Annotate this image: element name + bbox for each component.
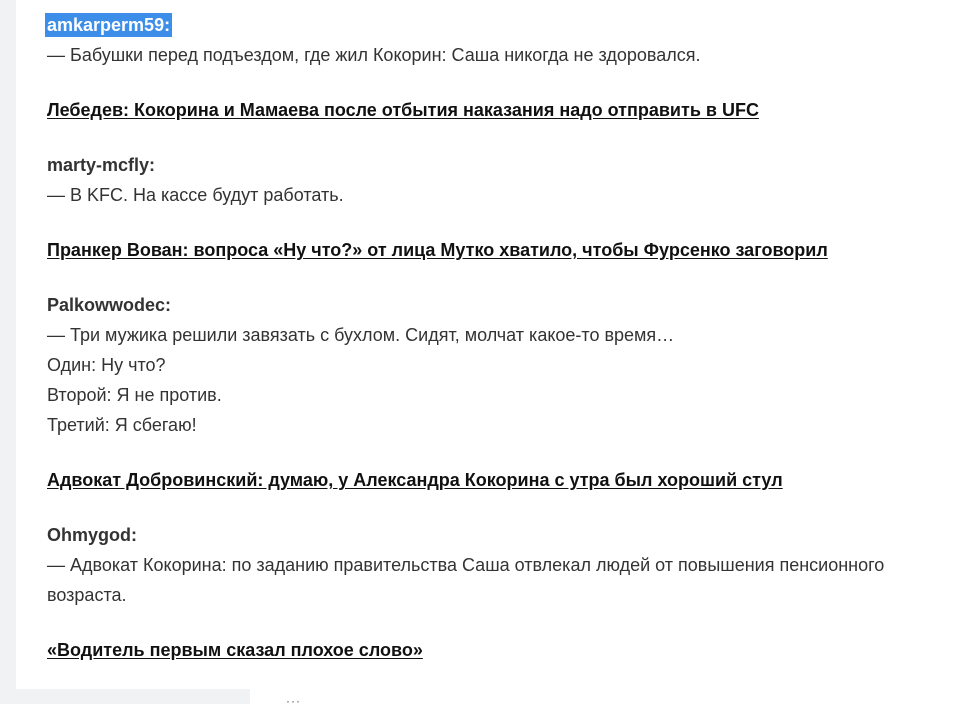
comment-text: Третий: Я сбегаю! xyxy=(47,415,197,435)
bottom-ellipsis-icon: ··· xyxy=(286,694,301,708)
article-page: amkarperm59: — Бабушки перед подъездом, … xyxy=(16,0,960,704)
related-article-link[interactable]: Адвокат Добровинский: думаю, у Александр… xyxy=(47,465,783,495)
related-article-link[interactable]: Лебедев: Кокорина и Мамаева после отбыти… xyxy=(47,95,759,125)
related-article-link[interactable]: «Водитель первым сказал плохое слово» xyxy=(47,635,423,665)
article-content: amkarperm59: — Бабушки перед подъездом, … xyxy=(45,10,947,690)
comment-author-selected[interactable]: amkarperm59: xyxy=(45,13,173,37)
comment-text: Один: Ну что? xyxy=(47,355,166,375)
comment-block: Ohmygod: — Адвокат Кокорина: по заданию … xyxy=(47,520,947,610)
comment-text: Второй: Я не против. xyxy=(47,385,222,405)
comment-text: возраста. xyxy=(47,585,127,605)
comment-author: Ohmygod: xyxy=(47,525,137,545)
comment-text: — Адвокат Кокорина: по заданию правитель… xyxy=(47,555,885,575)
comment-text: — Три мужика решили завязать с бухлом. С… xyxy=(47,325,675,345)
bottom-strip xyxy=(0,689,250,704)
comment-text: — Бабушки перед подъездом, где жил Кокор… xyxy=(47,45,701,65)
comment-text: — В KFC. На кассе будут работать. xyxy=(47,185,344,205)
related-link-block: «Водитель первым сказал плохое слово» xyxy=(47,635,947,665)
comment-author: marty-mcfly: xyxy=(47,155,156,175)
comment-block: marty-mcfly: — В KFC. На кассе будут раб… xyxy=(47,150,947,210)
comment-block: Palkowwodec: — Три мужика решили завязат… xyxy=(47,290,947,440)
comment-block: amkarperm59: — Бабушки перед подъездом, … xyxy=(45,10,947,70)
related-article-link[interactable]: Пранкер Вован: вопроса «Ну что?» от лица… xyxy=(47,235,828,265)
related-link-block: Адвокат Добровинский: думаю, у Александр… xyxy=(47,465,947,495)
comment-author: Palkowwodec: xyxy=(47,295,172,315)
left-rail xyxy=(0,0,16,704)
related-link-block: Пранкер Вован: вопроса «Ну что?» от лица… xyxy=(47,235,947,265)
related-link-block: Лебедев: Кокорина и Мамаева после отбыти… xyxy=(47,95,947,125)
